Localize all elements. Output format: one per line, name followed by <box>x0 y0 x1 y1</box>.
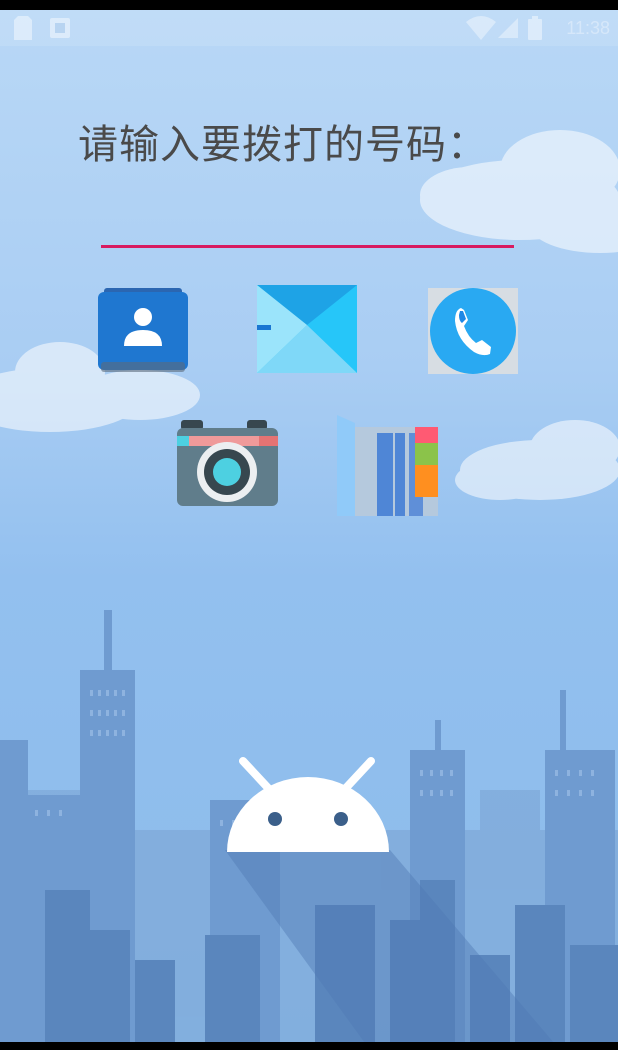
signal-icon <box>498 18 518 38</box>
phone-number-input[interactable] <box>100 198 518 244</box>
status-bar: 11:38 <box>0 10 618 46</box>
status-time: 11:38 <box>566 18 610 38</box>
input-underline <box>101 245 514 248</box>
phone-screen: 11:38 请输入要拨打的号码： <box>0 0 618 1050</box>
wifi-icon <box>466 16 496 40</box>
sim-card-icon <box>14 16 32 40</box>
bottom-bezel <box>0 1042 618 1050</box>
notification-icon <box>50 18 70 38</box>
messages-icon[interactable] <box>257 285 357 373</box>
phone-icon[interactable] <box>428 288 518 374</box>
top-bezel <box>0 0 618 10</box>
android-logo <box>227 757 389 852</box>
battery-icon <box>528 16 542 40</box>
dial-prompt-label: 请输入要拨打的号码： <box>78 122 488 168</box>
book-icon[interactable] <box>337 415 438 516</box>
contacts-icon[interactable] <box>98 288 188 374</box>
camera-icon[interactable] <box>177 420 278 506</box>
